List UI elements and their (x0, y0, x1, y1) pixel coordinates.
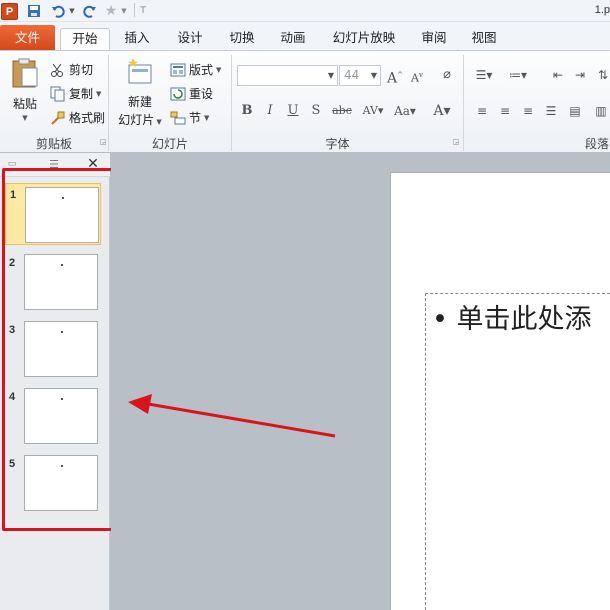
watermark: 经验·百度 (515, 558, 554, 568)
annotation-arrow-icon (128, 394, 336, 438)
watermark-url: jingyan.baidu.com (512, 573, 586, 582)
